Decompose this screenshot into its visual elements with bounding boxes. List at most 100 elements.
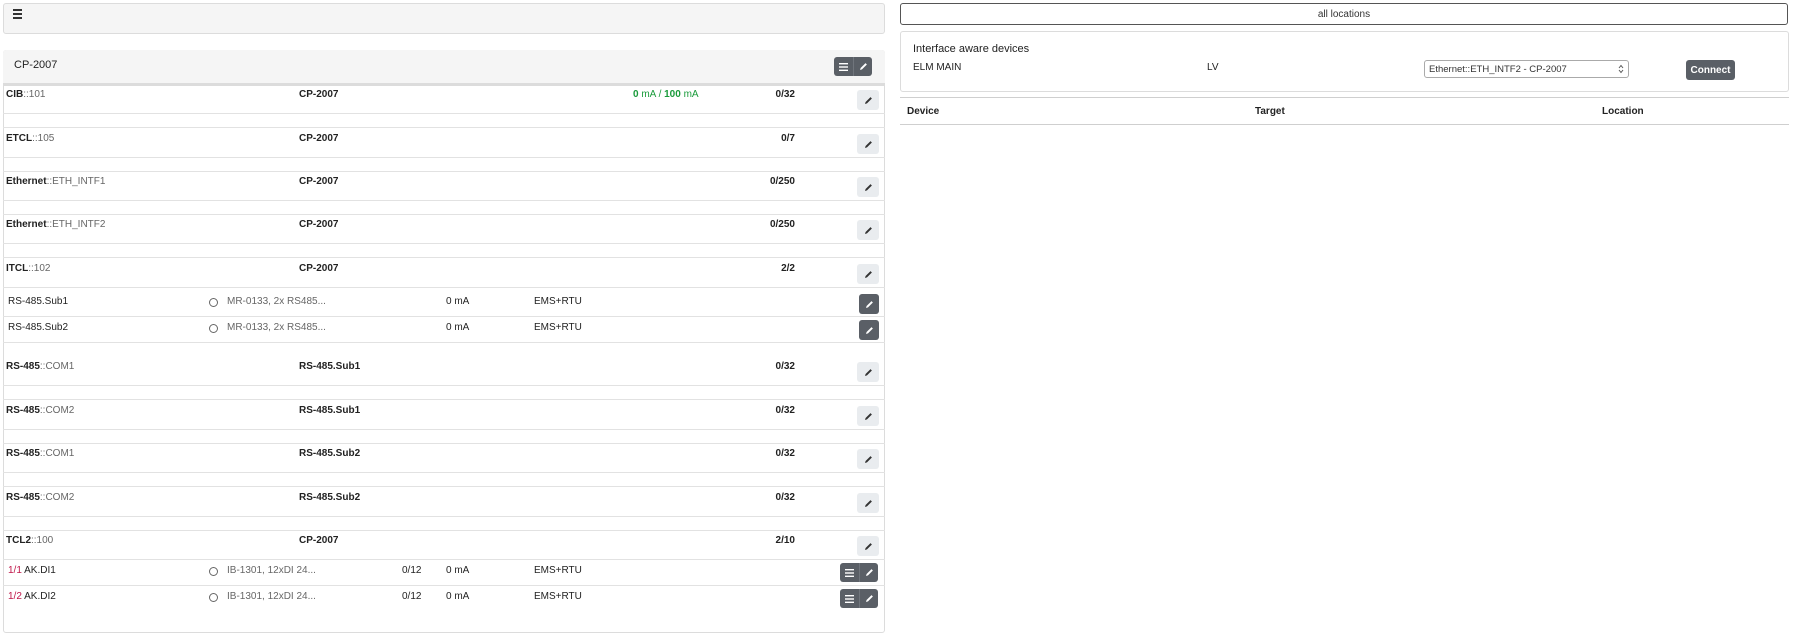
row-divider (3, 127, 885, 128)
row-divider (3, 171, 885, 172)
row-divider (3, 157, 885, 158)
sub-name: RS-485.Sub2 (8, 322, 69, 333)
row-divider (3, 214, 885, 215)
row-type-name: Ethernet (6, 219, 47, 230)
row-target: CP-2007 (299, 176, 339, 187)
row-count: 2/2 (781, 263, 795, 274)
interface-select[interactable]: Ethernet::ETH_INTF2 - CP-2007 (1424, 60, 1629, 78)
row-type-name: ETCL (6, 133, 33, 144)
sub-protocol: EMS+RTU (534, 565, 582, 576)
header-device: Device (907, 106, 940, 117)
row-target: CP-2007 (299, 263, 339, 274)
edit-button[interactable] (853, 57, 872, 76)
sub-current: 0 mA (446, 565, 470, 576)
row-type: Ethernet::ETH_INTF2 (6, 219, 105, 230)
sub-name: 1/1 AK.DI1 (8, 565, 56, 576)
row-divider (3, 472, 885, 473)
header-location: Location (1602, 106, 1644, 117)
sub-io: 0/12 (402, 565, 422, 576)
row-edit-button[interactable] (857, 220, 879, 240)
pencil-icon (864, 270, 872, 278)
sub-label: AK.DI1 (24, 565, 56, 576)
row-divider (3, 443, 885, 444)
row-divider (3, 287, 885, 288)
list-button[interactable] (834, 57, 853, 76)
sub-current: 0 mA (446, 296, 470, 307)
row-edit-button[interactable] (857, 177, 879, 197)
all-locations-button[interactable]: all locations (900, 3, 1788, 25)
row-count: 0/32 (775, 405, 795, 416)
pencil-icon (864, 368, 872, 376)
list-icon (839, 62, 848, 71)
sub-protocol: EMS+RTU (534, 322, 582, 333)
sub-radio[interactable] (209, 324, 218, 333)
sub-radio[interactable] (209, 567, 218, 576)
row-edit-button[interactable] (857, 449, 879, 469)
row-type-name: RS-485 (6, 492, 40, 503)
sub-edit-button[interactable] (859, 294, 879, 314)
list-icon (845, 594, 854, 603)
row-type: RS-485::COM2 (6, 405, 74, 416)
row-type-name: RS-485 (6, 448, 40, 459)
row-type-name: RS-485 (6, 361, 40, 372)
row-type-id: ::102 (28, 263, 51, 274)
sub-module: MR-0133, 2x RS485... (227, 296, 326, 307)
row-divider (3, 559, 885, 560)
pencil-icon (864, 226, 872, 234)
row-type-id: ::ETH_INTF1 (46, 176, 106, 187)
row-edit-button[interactable] (857, 362, 879, 382)
select-arrows-icon (1618, 64, 1624, 74)
sub-edit-button[interactable] (859, 563, 878, 582)
row-count: 2/10 (775, 535, 795, 546)
row-type-id: ::COM2 (39, 492, 75, 503)
row-divider (3, 486, 885, 487)
sub-io: 0/12 (402, 591, 422, 602)
divider (3, 84, 885, 86)
sub-radio[interactable] (209, 298, 218, 307)
pencil-icon (864, 183, 872, 191)
row-type-id: ::COM2 (39, 405, 75, 416)
hamburger-icon[interactable] (10, 9, 24, 21)
row-divider (3, 200, 885, 201)
device-level: LV (1207, 62, 1219, 73)
row-type-id: ::ETH_INTF2 (46, 219, 106, 230)
row-count: 0/32 (775, 492, 795, 503)
sub-name: 1/2 AK.DI2 (8, 591, 56, 602)
row-divider (3, 516, 885, 517)
row-current: 0 mA / 100 mA (633, 89, 699, 100)
pencil-icon (864, 499, 872, 507)
row-edit-button[interactable] (857, 134, 879, 154)
sub-protocol: EMS+RTU (534, 591, 582, 602)
pencil-icon (865, 569, 873, 576)
row-type: ITCL::102 (6, 263, 50, 274)
sub-current: 0 mA (446, 591, 470, 602)
pencil-icon (865, 326, 873, 334)
row-target: CP-2007 (299, 89, 339, 100)
sub-radio[interactable] (209, 593, 218, 602)
top-toolbar (3, 3, 885, 34)
row-edit-button[interactable] (857, 90, 879, 110)
row-edit-button[interactable] (857, 264, 879, 284)
sub-edit-button[interactable] (859, 589, 878, 608)
row-target: RS-485.Sub2 (299, 448, 361, 459)
pencil-icon (865, 595, 873, 602)
sub-edit-button[interactable] (859, 320, 879, 340)
row-target: RS-485.Sub1 (299, 361, 361, 372)
row-edit-button[interactable] (857, 406, 879, 426)
sub-position: 1/1 (8, 565, 22, 576)
row-count: 0/250 (769, 219, 795, 230)
row-type-name: ITCL (6, 263, 29, 274)
row-type: TCL2::100 (6, 535, 53, 546)
row-type-id: ::100 (31, 535, 54, 546)
sub-list-button[interactable] (840, 563, 859, 582)
pencil-icon (864, 140, 872, 148)
row-type-id: ::COM1 (39, 448, 75, 459)
iface-title: Interface aware devices (913, 43, 1030, 55)
row-edit-button[interactable] (857, 493, 879, 513)
sub-module: IB-1301, 12xDI 24... (227, 591, 316, 602)
row-edit-button[interactable] (857, 536, 879, 556)
row-target: CP-2007 (299, 133, 339, 144)
sub-list-button[interactable] (840, 589, 859, 608)
pencil-icon (865, 300, 873, 308)
connect-button[interactable]: Connect (1686, 60, 1735, 80)
